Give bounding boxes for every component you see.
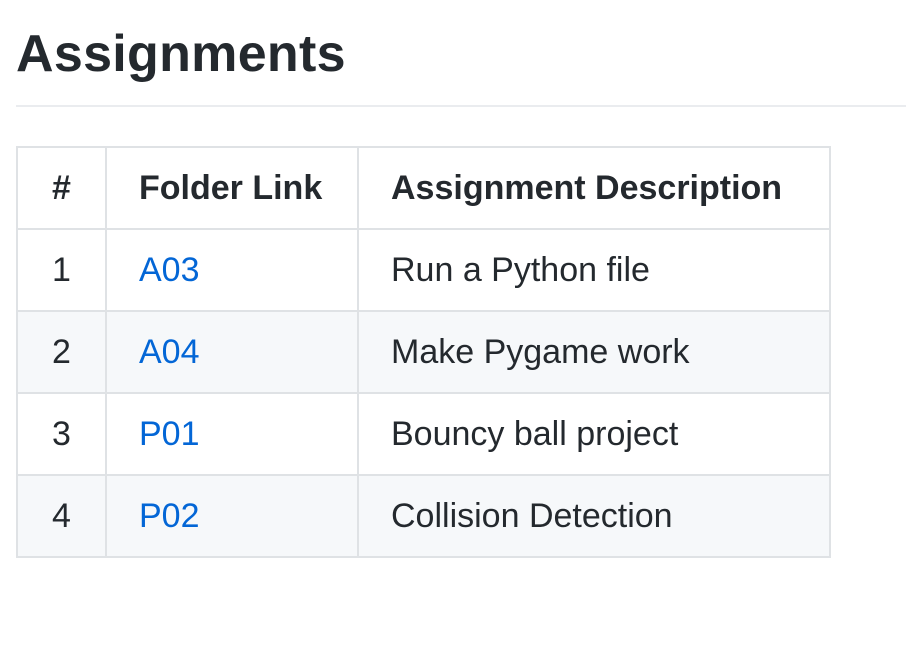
description-cell: Run a Python file (357, 228, 831, 312)
assignments-table: # Folder Link Assignment Description 1 A… (16, 146, 831, 558)
row-number: 2 (16, 310, 107, 394)
description-cell: Make Pygame work (357, 310, 831, 394)
row-number: 1 (16, 228, 107, 312)
folder-cell: P01 (105, 392, 359, 476)
header-assignment-description: Assignment Description (357, 146, 831, 230)
folder-link[interactable]: A04 (139, 333, 200, 371)
title-divider (16, 105, 906, 107)
folder-cell: P02 (105, 474, 359, 558)
table-row: 1 A03 Run a Python file (16, 228, 831, 312)
table-row: 4 P02 Collision Detection (16, 474, 831, 558)
folder-cell: A03 (105, 228, 359, 312)
header-number: # (16, 146, 107, 230)
row-number: 3 (16, 392, 107, 476)
folder-link[interactable]: P02 (139, 497, 200, 535)
table-row: 3 P01 Bouncy ball project (16, 392, 831, 476)
page-title: Assignments (16, 25, 346, 83)
folder-link[interactable]: A03 (139, 251, 200, 289)
description-cell: Collision Detection (357, 474, 831, 558)
description-cell: Bouncy ball project (357, 392, 831, 476)
row-number: 4 (16, 474, 107, 558)
table-row: 2 A04 Make Pygame work (16, 310, 831, 394)
header-folder-link: Folder Link (105, 146, 359, 230)
page: Assignments # Folder Link Assignment Des… (0, 0, 906, 646)
folder-link[interactable]: P01 (139, 415, 200, 453)
table-header-row: # Folder Link Assignment Description (16, 146, 831, 230)
folder-cell: A04 (105, 310, 359, 394)
